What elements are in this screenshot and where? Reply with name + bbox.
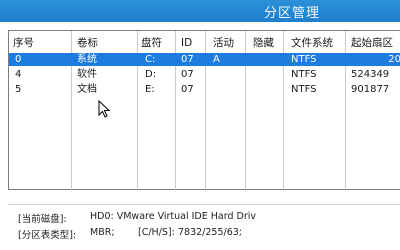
cell-drive: D: <box>145 69 157 80</box>
table-row[interactable]: 4 软件 D: 07 NTFS 524349 <box>9 68 400 81</box>
column-header-id[interactable]: ID <box>181 35 203 51</box>
column-header-index[interactable]: 序号 <box>13 35 41 51</box>
partition-table-type-label: [分区表类型]: <box>18 230 77 241</box>
cell-drive: C: <box>145 54 156 65</box>
column-header-drive[interactable]: 盘符 <box>141 35 171 51</box>
cell-index: 4 <box>15 69 22 80</box>
partition-table-type-value: MBR; <box>90 227 115 238</box>
column-header-active[interactable]: 活动 <box>213 35 247 51</box>
window-title: 分区管理 <box>263 6 320 21</box>
table-row[interactable]: 5 文档 E: 07 NTFS 901877 <box>9 83 400 96</box>
cell-start-sector: 901877 <box>351 84 390 95</box>
cell-index: 0 <box>15 54 22 65</box>
cell-filesystem: NTFS <box>291 84 317 95</box>
cell-filesystem: NTFS <box>291 69 317 80</box>
disk-info-panel: [当前磁盘]: HD0: VMware Virtual IDE Hard Dri… <box>8 204 400 250</box>
column-header-start-sector[interactable]: 起始扇区 <box>351 35 400 51</box>
partition-table: 序号 卷标 盘符 ID 活动 隐藏 文件系统 起始扇区 0 系统 C: 07 A… <box>8 30 400 191</box>
cell-filesystem: NTFS <box>291 54 317 65</box>
chs-label: [C/H/S]: <box>138 227 175 238</box>
cell-index: 5 <box>15 84 22 95</box>
cell-id: 07 <box>181 84 194 95</box>
current-disk-label: [当前磁盘]: <box>18 214 67 225</box>
arrow-cursor-icon <box>98 100 110 118</box>
column-header-filesystem[interactable]: 文件系统 <box>291 35 341 51</box>
cell-volume: 文档 <box>77 84 97 95</box>
cell-id: 07 <box>181 69 194 80</box>
chs-value: 7832/255/63; <box>178 227 242 238</box>
cell-id: 07 <box>181 54 194 65</box>
cell-drive: E: <box>145 84 155 95</box>
cell-volume: 软件 <box>77 69 97 80</box>
cell-start-sector: 524349 <box>351 69 390 80</box>
cell-active: A <box>213 54 220 65</box>
title-bar: 分区管理 <box>0 0 400 22</box>
column-header-hidden[interactable]: 隐藏 <box>253 35 285 51</box>
cell-start-sector: 20 <box>388 54 400 65</box>
current-disk-value: HD0: VMware Virtual IDE Hard Driv <box>90 211 257 222</box>
table-row[interactable]: 0 系统 C: 07 A NTFS 20 <box>9 53 400 66</box>
table-header: 序号 卷标 盘符 ID 活动 隐藏 文件系统 起始扇区 <box>9 35 400 51</box>
column-header-volume[interactable]: 卷标 <box>77 35 133 51</box>
cell-volume: 系统 <box>77 54 97 65</box>
